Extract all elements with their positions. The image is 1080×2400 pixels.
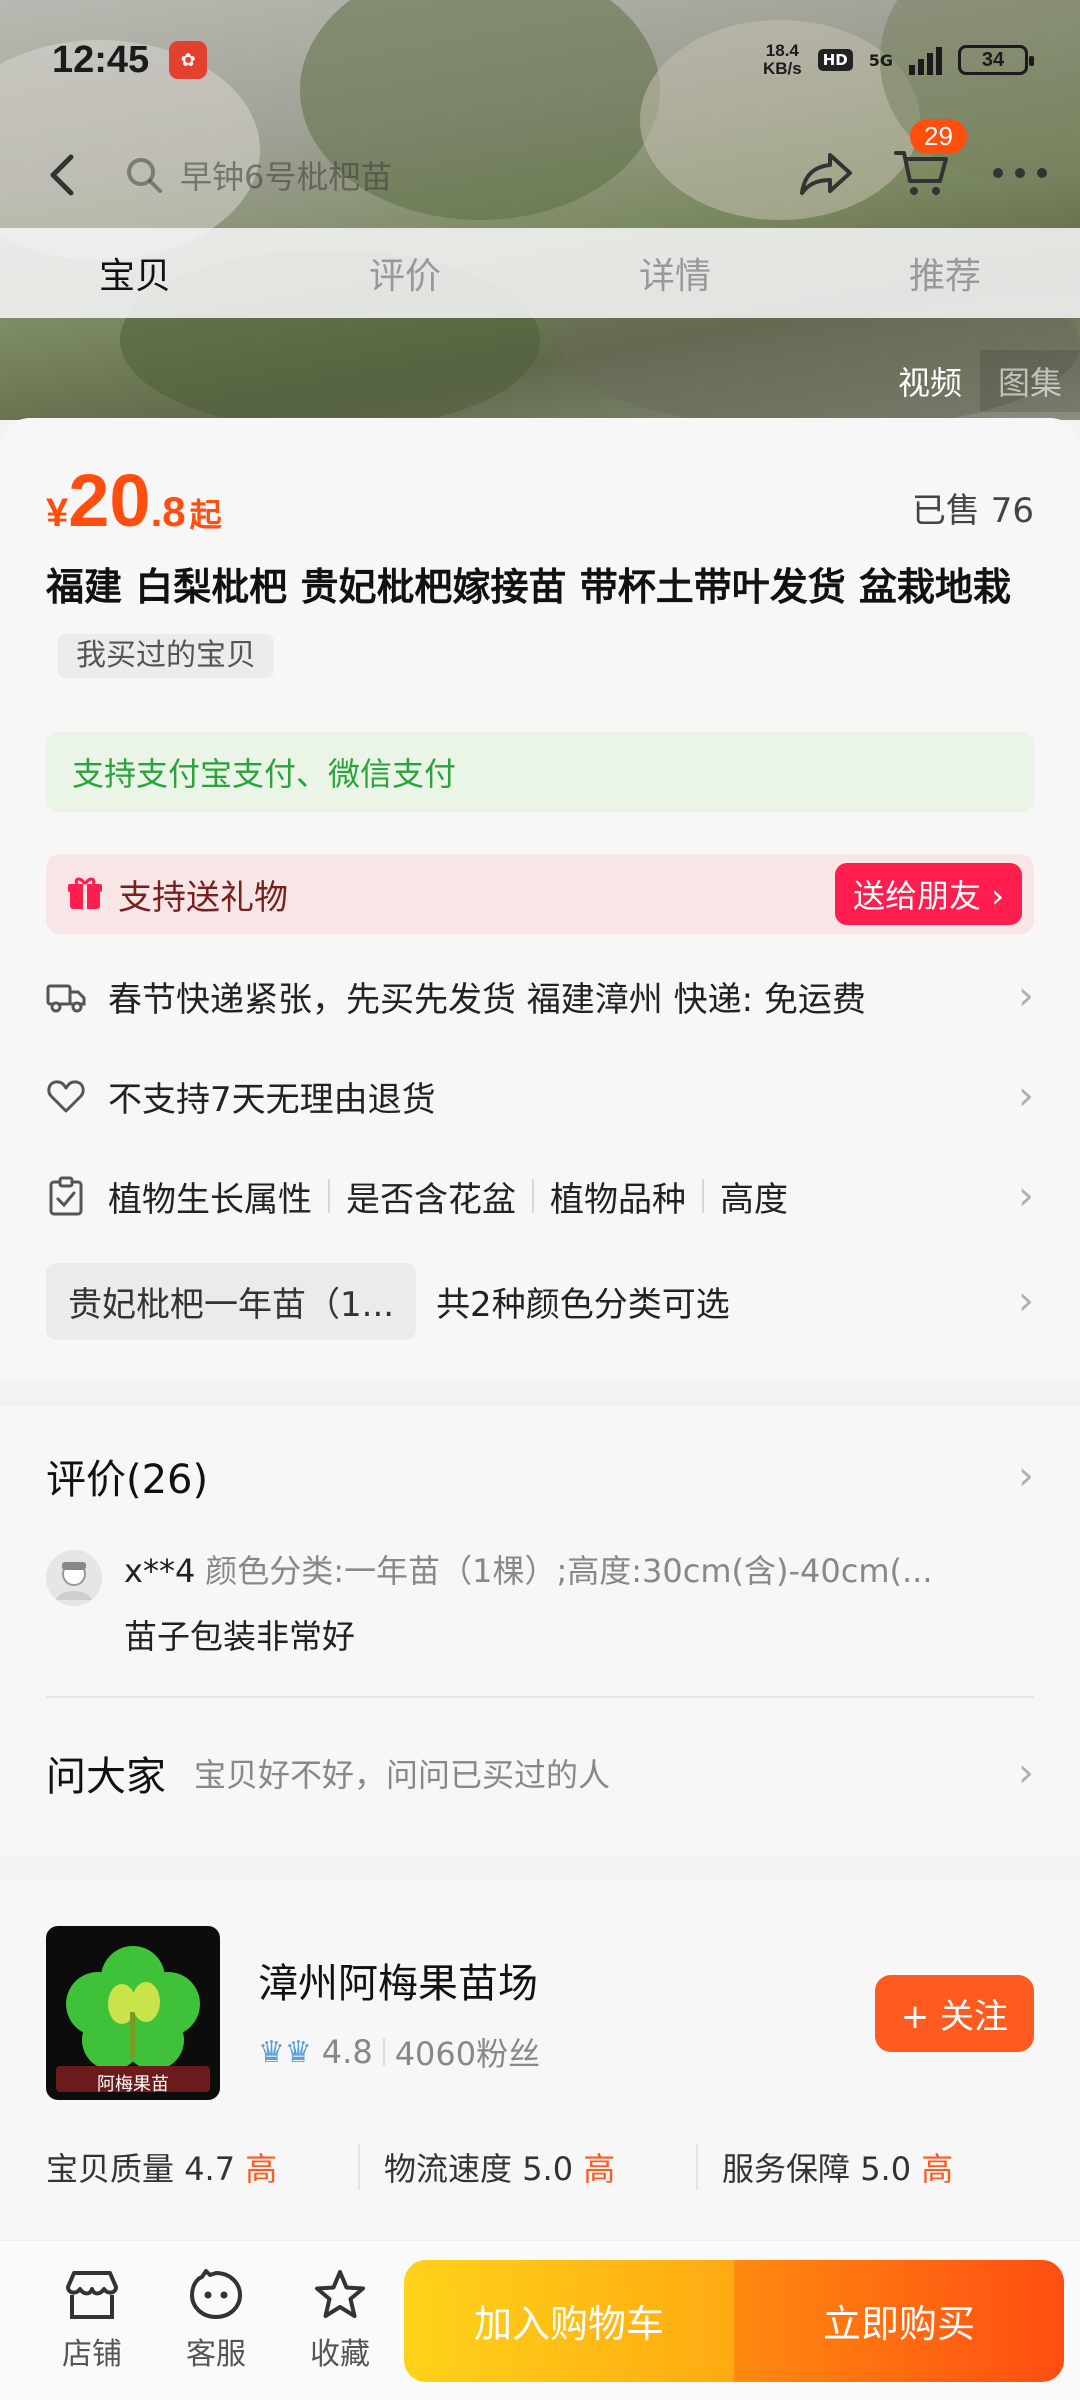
sold-count: 已售 76 [911, 491, 1034, 531]
ask-title: 问大家 [46, 1754, 166, 1800]
crown-icon: ♛♛ [258, 2034, 312, 2070]
chevron-right-icon: › [1018, 1453, 1034, 1499]
attribute-1: 植物生长属性 [108, 1179, 312, 1220]
score-quality: 宝贝质量 4.7 高 [46, 2150, 278, 2188]
hd-icon: HD [817, 49, 853, 71]
chevron-right-icon: › [1018, 1750, 1034, 1796]
add-to-cart-button[interactable]: 加入购物车 [404, 2259, 734, 2382]
chevron-right-icon: › [1018, 1278, 1034, 1324]
score-logistics: 物流速度 5.0 高 [358, 2144, 696, 2190]
buy-now-button[interactable]: 立即购买 [734, 2259, 1064, 2382]
status-time: 12:45 [52, 38, 150, 81]
shop-card: 阿梅果苗 漳州阿梅果苗场 ♛♛ 4.8 4060粉丝 + 关注 宝贝质量 4.7… [0, 1880, 1080, 2240]
app-notification-icon: ✿ [169, 41, 208, 79]
chat-face-icon [190, 2268, 242, 2319]
top-nav: 早钟6号枇杷苗 29 [0, 119, 1080, 230]
ask-subtitle: 宝贝好不好，问问已买过的人 [194, 1756, 611, 1794]
send-to-friend-button[interactable]: 送给朋友 › [835, 863, 1022, 925]
sku-chip[interactable]: 贵妃枇杷一年苗（1... [46, 1262, 417, 1340]
shipping-row[interactable]: 春节快递紧张，先买先发货 福建漳州 快递: 免运费 › [46, 946, 1034, 1046]
search-bar[interactable]: 早钟6号枇杷苗 [124, 152, 392, 198]
star-icon [315, 2269, 365, 2318]
tab-details[interactable]: 详情 [540, 228, 810, 318]
review-item[interactable]: x**4 颜色分类:一年苗（1棵）;高度:30cm(含)-40cm(... 苗子包… [46, 1546, 1034, 1658]
network-speed: 18.4 KB/s [762, 41, 802, 78]
cart-icon[interactable]: 29 [894, 119, 967, 203]
chevron-right-icon: › [1018, 1073, 1034, 1119]
network-type: 5G [868, 50, 893, 70]
ask-everyone-row[interactable]: 问大家 宝贝好不好，问问已买过的人 › [46, 1698, 1034, 1848]
reviews-header[interactable]: 评价(26) › [46, 1406, 1034, 1546]
shop-name[interactable]: 漳州阿梅果苗场 [258, 1951, 540, 2009]
reviews-card: 评价(26) › x**4 颜色分类:一年苗（1棵）;高度:30cm(含)-40c… [0, 1406, 1080, 1856]
share-icon[interactable] [798, 149, 854, 201]
nav-customer-service[interactable]: 客服 [154, 2268, 278, 2373]
return-policy-row[interactable]: 不支持7天无理由退货 › [46, 1046, 1034, 1146]
tab-recommend[interactable]: 推荐 [810, 228, 1080, 318]
sku-row[interactable]: 贵妃枇杷一年苗（1... 共2种颜色分类可选 › [46, 1246, 1034, 1356]
shop-fans: 4060粉丝 [394, 2035, 541, 2073]
product-info-card: ¥ 20 .8 起 已售 76 福建 白梨枇杷 贵妃枇杷嫁接苗 带杯土带叶发货 … [0, 418, 1080, 1380]
tab-reviews[interactable]: 评价 [270, 228, 540, 318]
clipboard-check-icon [49, 1176, 83, 1216]
heart-icon [47, 1080, 85, 1113]
gift-banner: 支持送礼物 送给朋友 › [46, 854, 1034, 934]
chevron-right-icon: › [1018, 973, 1034, 1019]
signal-icon [909, 45, 942, 75]
tab-item[interactable]: 宝贝 [0, 228, 270, 318]
follow-button[interactable]: + 关注 [874, 1974, 1034, 2052]
media-switch: 视频 图集 [880, 350, 1080, 412]
section-tabs: 宝贝 评价 详情 推荐 [0, 228, 1080, 318]
product-hero-image[interactable]: 12:45 ✿ 18.4 KB/s HD 5G 34 早钟6号枇杷苗 29 宝贝… [0, 0, 1080, 420]
product-title: 福建 白梨枇杷 贵妃枇杷嫁接苗 带杯土带叶发货 盆栽地栽我买过的宝贝 [46, 554, 1034, 686]
store-icon [66, 2270, 118, 2319]
price: ¥ 20 .8 起 [46, 459, 222, 542]
search-placeholder: 早钟6号枇杷苗 [180, 158, 393, 196]
battery-icon: 34 [958, 45, 1034, 75]
payment-note: 支持支付宝支付、微信支付 [46, 732, 1034, 812]
gallery-toggle[interactable]: 图集 [979, 350, 1080, 412]
back-icon[interactable] [30, 143, 94, 207]
shipping-text: 春节快递紧张，先买先发货 福建漳州 快递: 免运费 [108, 979, 866, 1020]
gift-icon [68, 877, 102, 909]
video-toggle[interactable]: 视频 [880, 350, 980, 412]
avatar [46, 1550, 102, 1606]
shop-scores: 宝贝质量 4.7 高 物流速度 5.0 高 服务保障 5.0 高 [46, 2144, 1034, 2190]
shop-rating: 4.8 [321, 2033, 373, 2071]
chevron-right-icon: › [1018, 1173, 1034, 1219]
gift-label: 支持送礼物 [118, 877, 288, 918]
more-icon[interactable] [990, 163, 1050, 187]
nav-shop[interactable]: 店铺 [30, 2269, 154, 2373]
attribute-2: 是否含花盆 [346, 1179, 516, 1220]
review-user: x**4 [124, 1552, 196, 1590]
truck-icon [46, 984, 86, 1013]
purchase-actions: 加入购物车 立即购买 [404, 2259, 1064, 2382]
attributes-row[interactable]: 植物生长属性 是否含花盆 植物品种 高度 › [46, 1146, 1034, 1246]
review-sku: 颜色分类:一年苗（1棵）;高度:30cm(含)-40cm(... [205, 1552, 933, 1590]
attribute-4: 高度 [720, 1179, 788, 1220]
return-policy-text: 不支持7天无理由退货 [108, 1079, 436, 1120]
bottom-action-bar: 店铺 客服 收藏 加入购物车 立即购买 [0, 2240, 1080, 2400]
search-icon [127, 158, 162, 193]
nav-favorite[interactable]: 收藏 [278, 2269, 402, 2373]
shop-logo-text: 阿梅果苗 [97, 2074, 169, 2095]
shop-logo[interactable]: 阿梅果苗 [46, 1926, 220, 2100]
cart-count-badge: 29 [910, 119, 967, 154]
reviews-title: 评价(26) [46, 1457, 209, 1503]
review-text: 苗子包装非常好 [124, 1617, 355, 1656]
score-service: 服务保障 5.0 高 [696, 2144, 1034, 2190]
bought-before-tag: 我买过的宝贝 [58, 633, 274, 678]
attribute-3: 植物品种 [550, 1179, 686, 1220]
sku-note: 共2种颜色分类可选 [436, 1284, 730, 1325]
status-bar: 12:45 ✿ 18.4 KB/s HD 5G 34 [0, 0, 1080, 120]
